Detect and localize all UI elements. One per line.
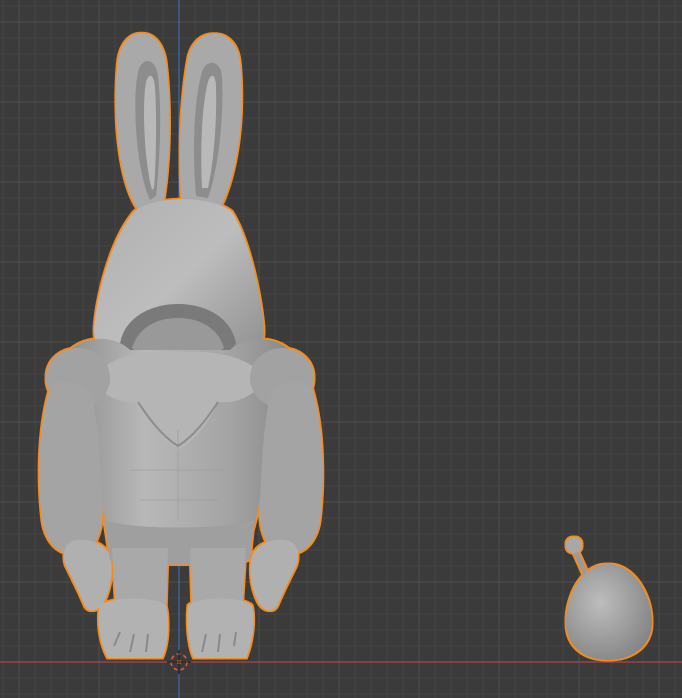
right-foot xyxy=(187,598,254,658)
viewport-canvas[interactable] xyxy=(0,0,682,698)
3d-viewport[interactable] xyxy=(0,0,682,698)
antenna-ball xyxy=(566,537,582,553)
left-foot xyxy=(98,598,169,658)
left-arm xyxy=(39,381,103,555)
right-arm xyxy=(259,381,323,555)
